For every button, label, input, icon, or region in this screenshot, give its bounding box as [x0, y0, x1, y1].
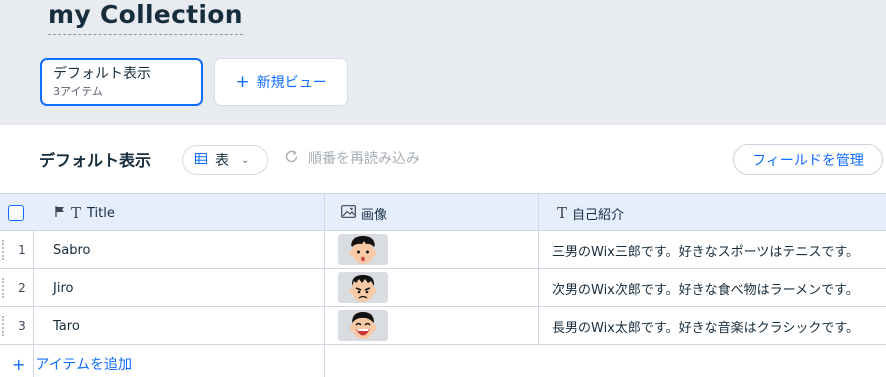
column-header-title[interactable]: T Title — [55, 194, 115, 232]
row-number: 3 — [18, 319, 26, 333]
manage-fields-button[interactable]: フィールドを管理 — [733, 144, 883, 175]
refresh-icon — [284, 149, 299, 168]
column-header-bio[interactable]: T 自己紹介 — [557, 194, 624, 232]
new-view-label: 新規ビュー — [256, 75, 327, 91]
image-field-icon — [341, 204, 356, 222]
table-row[interactable]: 3 Taro 長男のWix太郎です。好きな音楽はクラシックです。 — [0, 307, 886, 345]
select-all-checkbox[interactable] — [8, 194, 24, 232]
chevron-down-icon: ⌄ — [241, 154, 250, 166]
table-row[interactable]: 2 Jiro 次男のWix次郎です。好きな食べ物はラーメンです。 — [0, 269, 886, 307]
table-row[interactable]: 1 Sabro 三男のWix三郎です。好きなスポーツはテニスです。 — [0, 231, 886, 269]
cell-image[interactable] — [338, 310, 388, 341]
column-header-image[interactable]: 画像 — [341, 194, 387, 232]
drag-handle-icon[interactable] — [2, 278, 5, 298]
cell-title[interactable]: Taro — [53, 307, 80, 345]
view-card-default[interactable]: デフォルト表示 3アイテム — [40, 58, 203, 106]
face-frown-icon — [349, 275, 377, 302]
drag-handle-icon[interactable] — [2, 240, 5, 260]
face-laugh-icon — [349, 312, 377, 339]
column-divider[interactable] — [538, 193, 539, 345]
reorder-label: 順番を再読み込み — [308, 151, 420, 167]
cell-bio[interactable]: 次男のWix次郎です。好きな食べ物はラーメンです。 — [552, 269, 859, 307]
plus-icon: + — [235, 71, 250, 92]
cell-bio[interactable]: 三男のWix三郎です。好きなスポーツはテニスです。 — [552, 231, 859, 269]
column-header-label: 画像 — [361, 207, 388, 223]
table-icon — [195, 152, 207, 168]
column-header-label: Title — [87, 205, 115, 221]
cell-image[interactable] — [338, 234, 388, 265]
table-header: T Title 画像 T 自己紹介 — [0, 193, 886, 231]
view-item-count: 3アイテム — [53, 85, 103, 98]
row-number: 1 — [18, 243, 26, 257]
new-view-button[interactable]: + 新規ビュー — [214, 58, 348, 106]
cell-image[interactable] — [338, 272, 388, 303]
cell-title[interactable]: Jiro — [53, 269, 73, 307]
text-field-icon: T — [71, 204, 82, 222]
text-field-icon: T — [557, 204, 568, 222]
reorder-button[interactable]: 順番を再読み込み — [284, 148, 420, 168]
plus-icon: + — [12, 354, 26, 374]
face-surprised-icon — [349, 236, 377, 264]
page-header-area: my Collection デフォルト表示 3アイテム + 新規ビュー — [0, 0, 886, 125]
column-header-label: 自己紹介 — [572, 207, 625, 223]
row-number: 2 — [18, 281, 26, 295]
drag-handle-icon[interactable] — [2, 316, 5, 336]
flag-icon — [55, 205, 65, 221]
cell-bio[interactable]: 長男のWix太郎です。好きな音楽はクラシックです。 — [552, 307, 859, 345]
layout-label: 表 — [215, 153, 229, 169]
add-item-label: アイテムを追加 — [35, 357, 133, 373]
cell-title[interactable]: Sabro — [53, 231, 90, 269]
view-name: デフォルト表示 — [53, 66, 151, 82]
layout-dropdown[interactable]: 表 ⌄ — [182, 145, 268, 175]
column-divider[interactable] — [324, 193, 325, 377]
add-item-button[interactable]: + アイテムを追加 — [12, 354, 132, 374]
page-title[interactable]: my Collection — [48, 0, 243, 35]
view-title: デフォルト表示 — [39, 151, 152, 170]
